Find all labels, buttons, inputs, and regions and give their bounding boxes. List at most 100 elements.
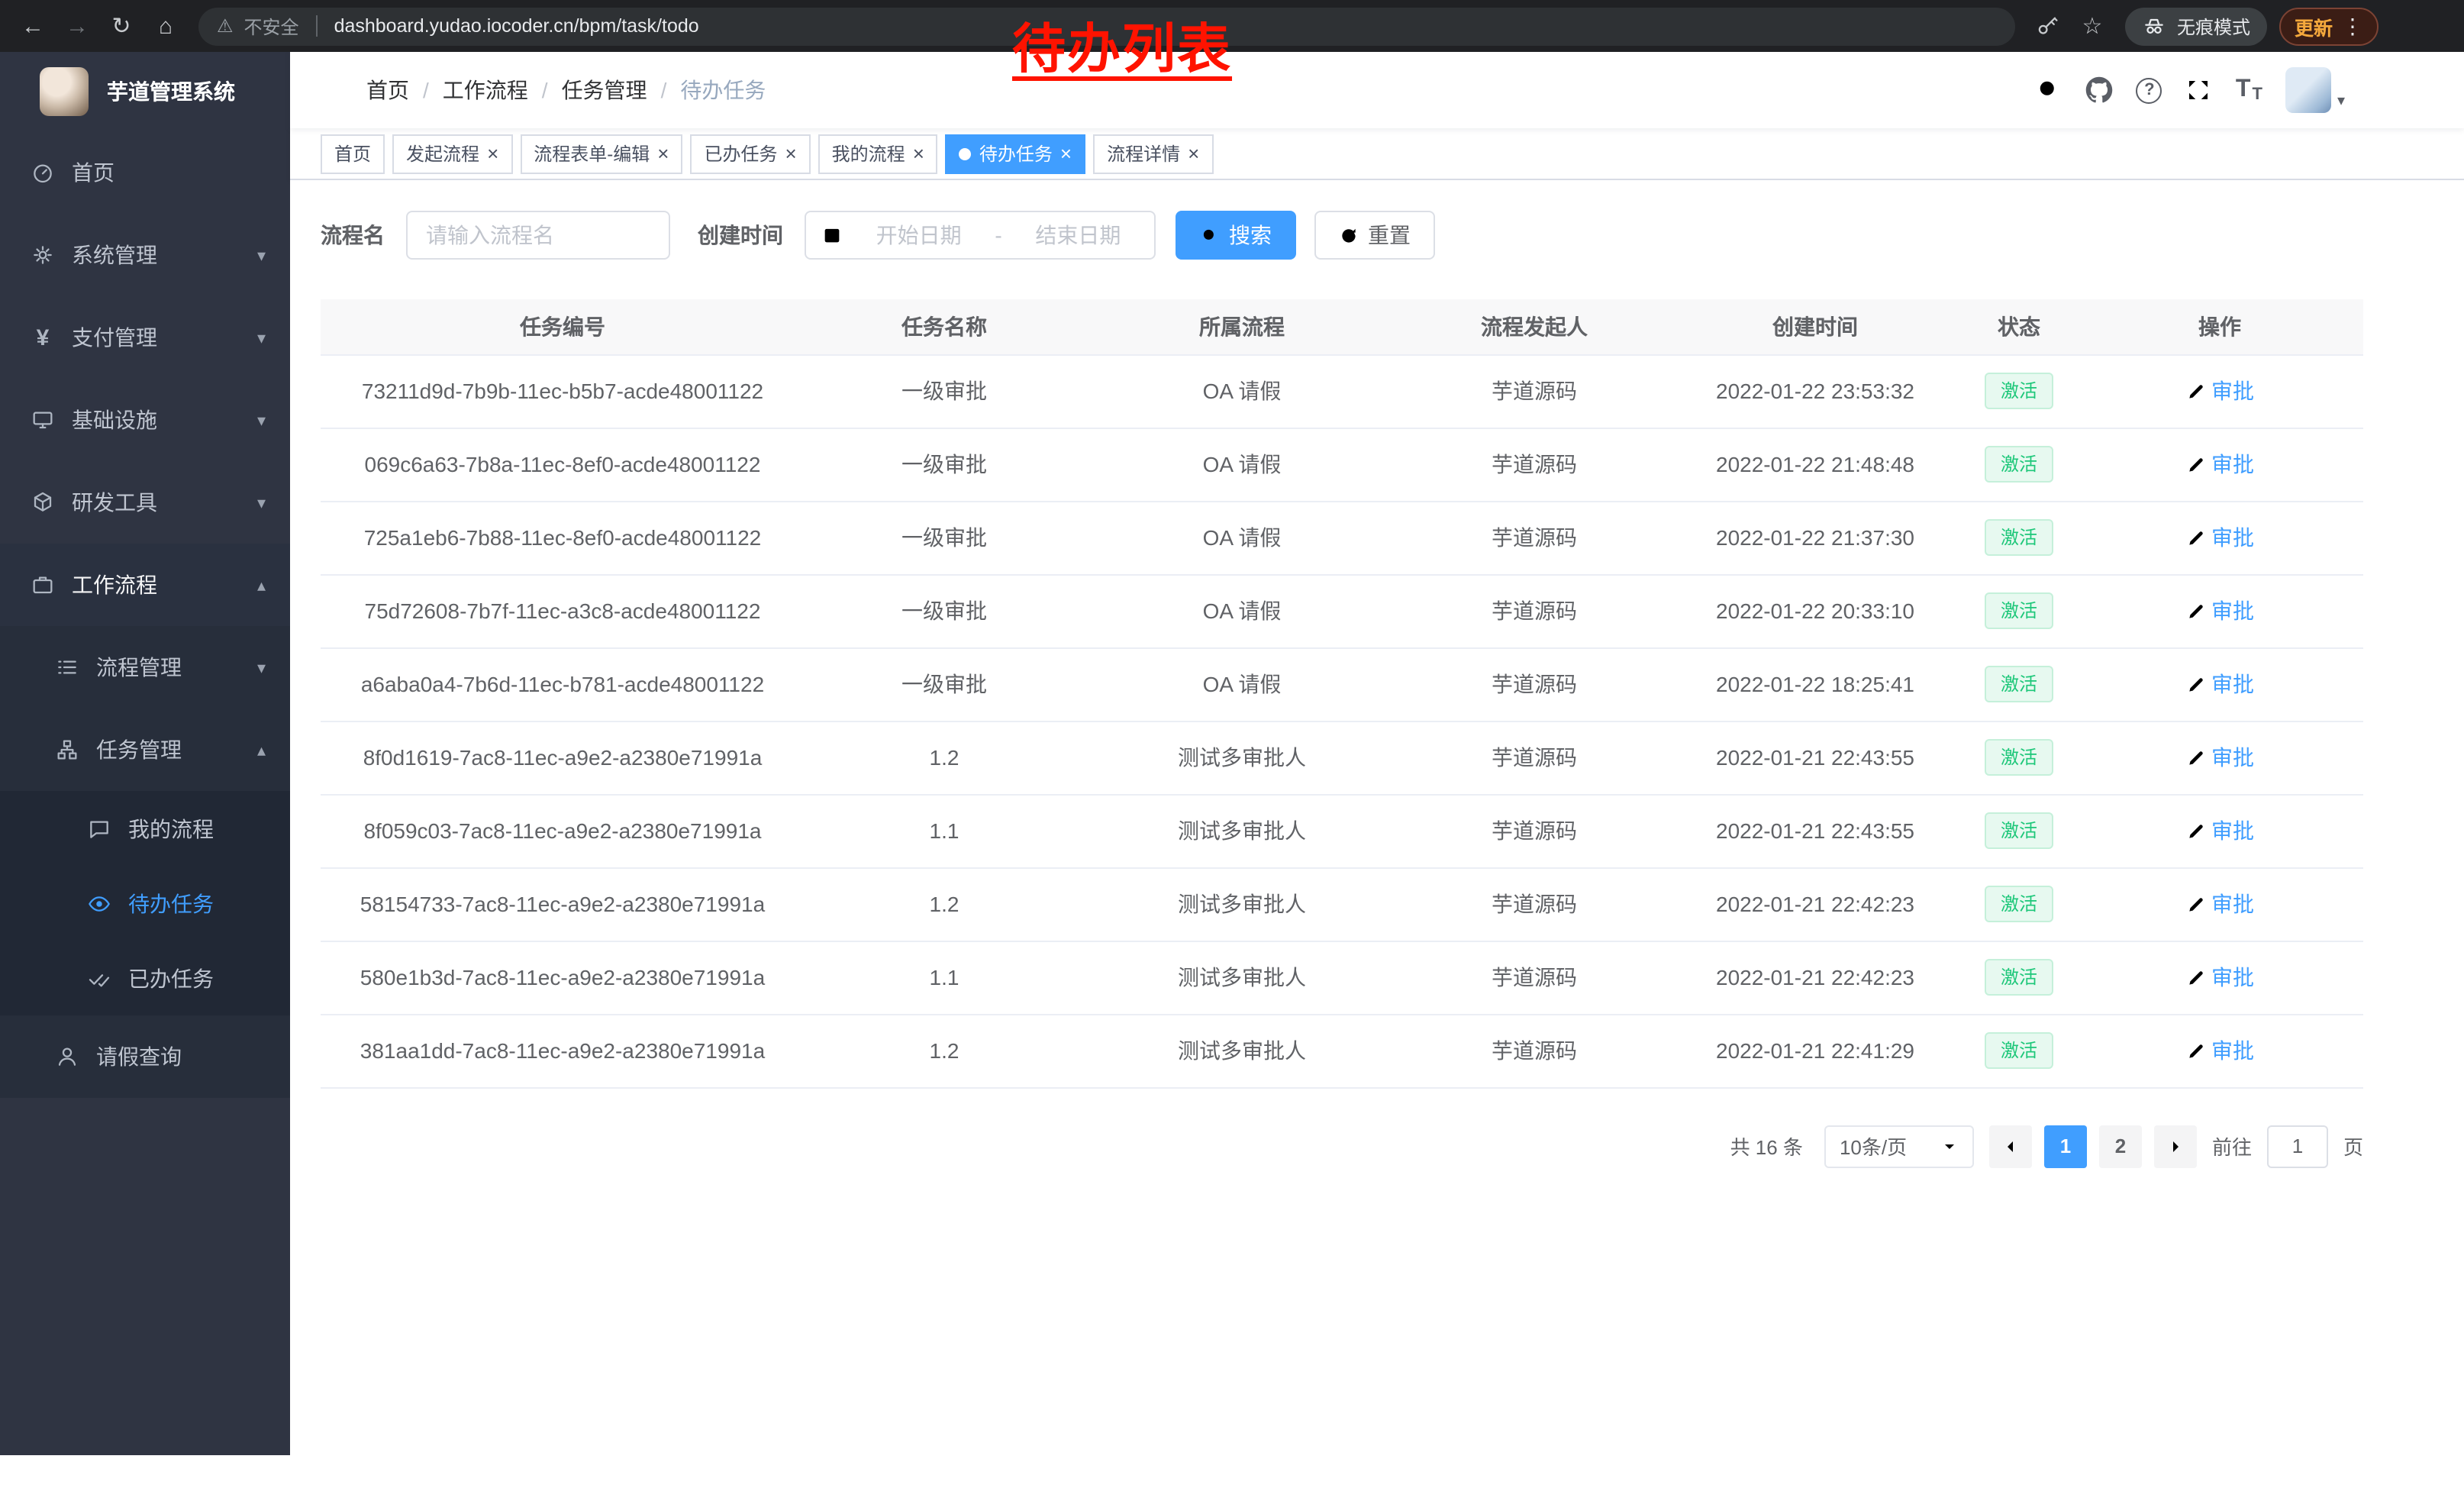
sidebar-item-system[interactable]: 系统管理 ▾	[0, 214, 290, 296]
breadcrumb-home[interactable]: 首页	[366, 75, 409, 105]
cell-process: OA 请假	[1084, 574, 1400, 647]
sidebar-item-label: 研发工具	[72, 487, 157, 518]
breadcrumb-current: 待办任务	[680, 75, 766, 105]
sidebar-item-infrastructure[interactable]: 基础设施 ▾	[0, 379, 290, 461]
help-icon[interactable]: ?	[2137, 77, 2162, 103]
tab-close-icon[interactable]: ×	[1188, 144, 1199, 163]
browser-back-icon[interactable]: ←	[12, 5, 53, 47]
breadcrumb-task-management[interactable]: 任务管理	[562, 75, 647, 105]
text-size-icon[interactable]: TT	[2236, 76, 2262, 104]
sidebar-item-leave-query[interactable]: 请假查询	[0, 1015, 290, 1098]
cell-action: 审批	[2076, 501, 2363, 574]
hamburger-icon[interactable]	[290, 76, 366, 104]
sidebar-item-done-task[interactable]: 已办任务	[0, 941, 290, 1015]
sidebar-item-workflow[interactable]: 工作流程 ▴	[0, 544, 290, 626]
approve-link[interactable]: 审批	[2185, 889, 2254, 919]
page-button-2[interactable]: 2	[2099, 1125, 2142, 1167]
tab[interactable]: 我的流程 ×	[818, 134, 938, 173]
sidebar-item-task-management[interactable]: 任务管理 ▴	[0, 709, 290, 791]
sidebar-item-my-process[interactable]: 我的流程	[0, 791, 290, 866]
search-icon[interactable]	[2036, 76, 2063, 104]
cell-created: 2022-01-21 22:42:23	[1669, 867, 1962, 941]
sidebar-item-process-management[interactable]: 流程管理 ▾	[0, 626, 290, 709]
not-secure-warning-icon: ⚠	[217, 15, 234, 37]
browser-reload-icon[interactable]: ↻	[101, 5, 142, 47]
calendar-icon	[821, 224, 843, 246]
github-icon[interactable]	[2086, 76, 2114, 104]
tab-close-icon[interactable]: ×	[913, 144, 924, 163]
browser-update-button[interactable]: 更新 ⋮	[2279, 7, 2379, 45]
tab-close-icon[interactable]: ×	[657, 144, 669, 163]
browser-home-icon[interactable]: ⌂	[145, 5, 186, 47]
tags-view-bar: 首页 × 发起流程 × 流程表单-编辑 × 已办任务 ×	[290, 128, 2464, 180]
prev-page-button[interactable]	[1989, 1125, 2032, 1167]
user-menu[interactable]: ▾	[2285, 67, 2345, 113]
gear-icon	[31, 243, 55, 267]
approve-link[interactable]: 审批	[2185, 376, 2254, 406]
page-button-1[interactable]: 1	[2044, 1125, 2087, 1167]
password-key-icon[interactable]	[2027, 5, 2069, 47]
browser-forward-icon[interactable]: →	[56, 5, 98, 47]
edit-icon	[2185, 967, 2205, 987]
date-range-picker[interactable]: 开始日期 - 结束日期	[805, 211, 1156, 260]
range-separator: -	[995, 223, 1001, 247]
cell-created: 2022-01-22 23:53:32	[1669, 354, 1962, 428]
sidebar-logo[interactable]: 芋道管理系统	[0, 52, 290, 131]
reset-button[interactable]: 重置	[1314, 211, 1435, 260]
cell-status: 激活	[1962, 794, 2076, 867]
security-label[interactable]: 不安全	[244, 13, 299, 39]
omnibox-divider	[316, 15, 318, 37]
end-date-placeholder[interactable]: 结束日期	[1018, 220, 1139, 250]
address-bar[interactable]: ⚠ 不安全 dashboard.yudao.iocoder.cn/bpm/tas…	[198, 7, 2015, 45]
cell-task-name: 1.2	[805, 721, 1084, 794]
avatar[interactable]	[2285, 67, 2331, 113]
breadcrumb-workflow[interactable]: 工作流程	[443, 75, 528, 105]
approve-link[interactable]: 审批	[2185, 522, 2254, 553]
approve-link[interactable]: 审批	[2185, 815, 2254, 846]
cell-initiator: 芋道源码	[1400, 354, 1669, 428]
approve-link[interactable]: 审批	[2185, 596, 2254, 626]
approve-link[interactable]: 审批	[2185, 669, 2254, 699]
url-text[interactable]: dashboard.yudao.iocoder.cn/bpm/task/todo	[334, 15, 699, 37]
sidebar-item-devtools[interactable]: 研发工具 ▾	[0, 461, 290, 544]
page-size-select[interactable]: 10条/页	[1824, 1125, 1974, 1167]
bookmark-star-icon[interactable]: ☆	[2072, 5, 2113, 47]
tab-close-icon[interactable]: ×	[785, 144, 796, 163]
sidebar-item-label: 任务管理	[96, 734, 182, 765]
tab[interactable]: 首页 ×	[321, 134, 385, 173]
goto-page-input[interactable]	[2267, 1125, 2328, 1167]
tab-close-icon[interactable]: ×	[487, 144, 498, 163]
incognito-badge: 无痕模式	[2125, 7, 2267, 45]
cell-status: 激活	[1962, 428, 2076, 501]
cell-status: 激活	[1962, 1014, 2076, 1087]
cell-task-name: 1.1	[805, 941, 1084, 1014]
fullscreen-icon[interactable]	[2185, 76, 2213, 104]
approve-link[interactable]: 审批	[2185, 742, 2254, 773]
table-row: a6aba0a4-7b6d-11ec-b781-acde48001122 一级审…	[321, 647, 2363, 721]
sidebar-item-label: 已办任务	[128, 963, 214, 993]
main-area: 首页 / 工作流程 / 任务管理 / 待办任务 ? TT ▾	[290, 52, 2464, 1455]
sidebar-item-todo-task[interactable]: 待办任务	[0, 866, 290, 941]
process-name-input[interactable]	[406, 211, 670, 260]
search-button[interactable]: 搜索	[1176, 211, 1296, 260]
cell-status: 激活	[1962, 501, 2076, 574]
approve-link[interactable]: 审批	[2185, 1035, 2254, 1066]
tab[interactable]: 发起流程 ×	[392, 134, 512, 173]
process-name-label: 流程名	[321, 220, 385, 250]
tab[interactable]: 已办任务 ×	[690, 134, 810, 173]
tab-close-icon[interactable]: ×	[1060, 144, 1072, 163]
browser-menu-icon[interactable]: ⋮	[2342, 13, 2363, 39]
tab[interactable]: 流程详情 ×	[1093, 134, 1213, 173]
sidebar-item-label: 我的流程	[128, 813, 214, 844]
start-date-placeholder[interactable]: 开始日期	[858, 220, 979, 250]
sidebar-item-home[interactable]: 首页	[0, 131, 290, 214]
create-time-label: 创建时间	[698, 220, 783, 250]
cell-task-id: 58154733-7ac8-11ec-a9e2-a2380e71991a	[321, 867, 805, 941]
cell-task-name: 一级审批	[805, 501, 1084, 574]
next-page-button[interactable]	[2154, 1125, 2197, 1167]
approve-link[interactable]: 审批	[2185, 449, 2254, 479]
sidebar-item-payment[interactable]: ¥ 支付管理 ▾	[0, 296, 290, 379]
tab[interactable]: 流程表单-编辑 ×	[520, 134, 682, 173]
approve-link[interactable]: 审批	[2185, 962, 2254, 993]
tab[interactable]: 待办任务 ×	[946, 134, 1085, 173]
